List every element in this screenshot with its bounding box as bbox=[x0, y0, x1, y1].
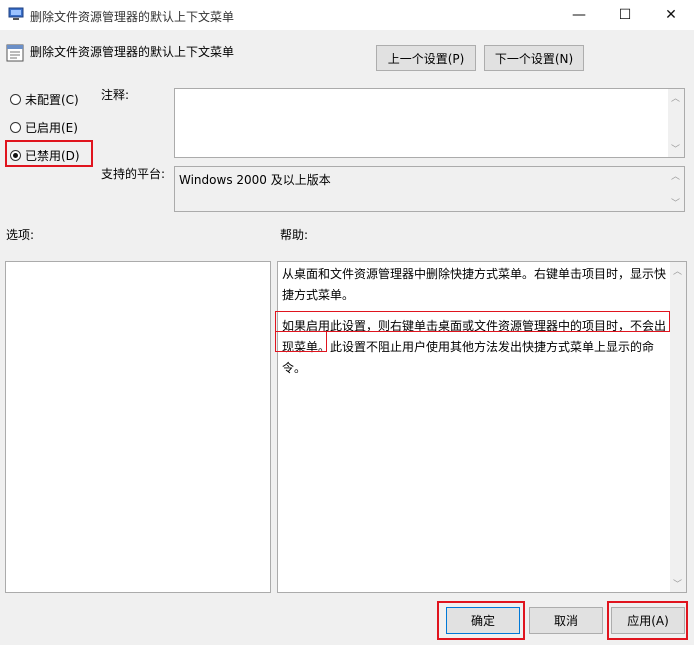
scroll-up-icon[interactable]: ︿ bbox=[673, 264, 682, 277]
maximize-icon: ☐ bbox=[618, 7, 632, 23]
platform-label: 支持的平台: bbox=[101, 167, 166, 181]
minimize-button[interactable]: — bbox=[556, 0, 602, 30]
radio-label: 已启用(E) bbox=[25, 121, 78, 135]
scroll-down-icon[interactable]: ﹀ bbox=[671, 142, 680, 155]
radio-circle-selected bbox=[10, 150, 21, 161]
platform-value: Windows 2000 及以上版本 bbox=[179, 173, 331, 187]
scroll-up-icon[interactable]: ︿ bbox=[671, 91, 680, 104]
policy-name: 删除文件资源管理器的默认上下文菜单 bbox=[30, 45, 235, 59]
ok-button[interactable]: 确定 bbox=[446, 607, 520, 634]
apply-button[interactable]: 应用(A) bbox=[611, 607, 685, 634]
scroll-down-icon[interactable]: ﹀ bbox=[671, 196, 680, 209]
scroll-up-icon[interactable]: ︿ bbox=[671, 169, 680, 182]
scroll-down-icon[interactable]: ﹀ bbox=[673, 577, 682, 590]
platform-scrollbar[interactable]: ︿ ﹀ bbox=[668, 167, 684, 211]
cancel-button[interactable]: 取消 bbox=[529, 607, 603, 634]
options-label: 选项: bbox=[6, 228, 35, 242]
maximize-button[interactable]: ☐ bbox=[602, 0, 648, 30]
help-label: 帮助: bbox=[280, 228, 309, 242]
comment-scrollbar[interactable]: ︿ ﹀ bbox=[668, 89, 684, 157]
previous-setting-button[interactable]: 上一个设置(P) bbox=[376, 45, 476, 71]
radio-disabled[interactable]: 已禁用(D) bbox=[10, 147, 80, 164]
help-paragraph-1: 从桌面和文件资源管理器中删除快捷方式菜单。右键单击项目时，显示快捷方式菜单。 bbox=[282, 267, 667, 302]
help-scrollbar[interactable]: ︿ ﹀ bbox=[670, 262, 686, 592]
minimize-icon: — bbox=[572, 7, 586, 23]
policy-editor-icon bbox=[8, 7, 24, 21]
radio-circle bbox=[10, 94, 21, 105]
radio-enabled[interactable]: 已启用(E) bbox=[10, 119, 78, 136]
radio-not-configured[interactable]: 未配置(C) bbox=[10, 91, 79, 108]
close-icon: ✕ bbox=[665, 7, 677, 23]
help-highlight-line bbox=[275, 311, 670, 332]
radio-circle bbox=[10, 122, 21, 133]
close-button[interactable]: ✕ bbox=[648, 0, 694, 30]
policy-setting-icon bbox=[6, 44, 24, 62]
next-setting-button[interactable]: 下一个设置(N) bbox=[484, 45, 584, 71]
comment-field[interactable]: ︿ ﹀ bbox=[174, 88, 685, 158]
comment-label: 注释: bbox=[101, 88, 130, 102]
radio-label: 未配置(C) bbox=[25, 93, 79, 107]
options-pane bbox=[5, 261, 271, 593]
window-title: 删除文件资源管理器的默认上下文菜单 bbox=[30, 10, 235, 24]
help-highlight-word bbox=[275, 331, 327, 352]
radio-label: 已禁用(D) bbox=[25, 149, 80, 163]
platform-field: Windows 2000 及以上版本 ︿ ﹀ bbox=[174, 166, 685, 212]
